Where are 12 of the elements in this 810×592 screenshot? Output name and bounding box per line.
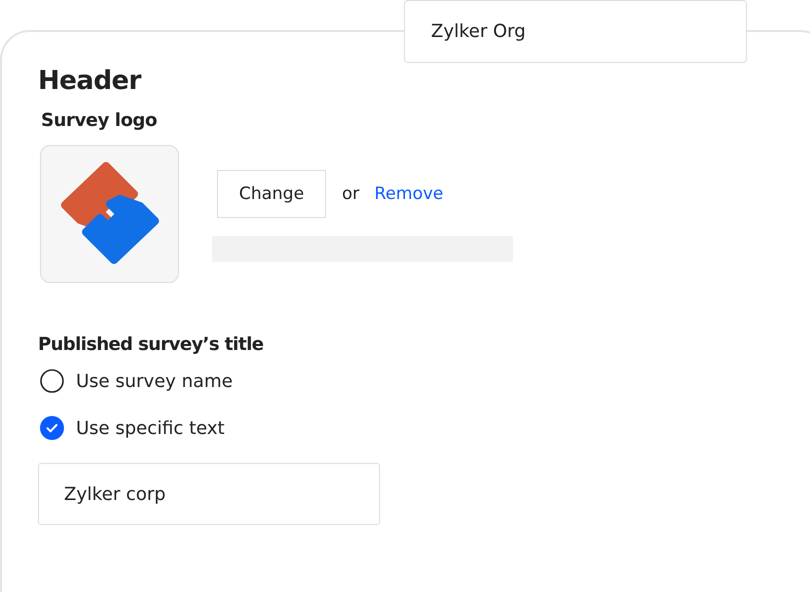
separator-text: or: [342, 184, 360, 204]
text-field[interactable]: Zylker corp: [38, 463, 380, 525]
section-title: Header: [38, 66, 142, 96]
option-label: Use survey name: [76, 370, 233, 392]
change-button[interactable]: Change: [217, 170, 326, 218]
radio-button[interactable]: [40, 369, 64, 393]
field-label: Published survey’s title: [38, 334, 264, 355]
option-label: Use specific text: [76, 418, 225, 438]
field-label: Survey logo: [41, 110, 158, 131]
org-field[interactable]: Zylker Org: [404, 0, 747, 63]
radio-button[interactable]: [40, 416, 64, 440]
remove-link[interactable]: Remove: [374, 184, 444, 204]
